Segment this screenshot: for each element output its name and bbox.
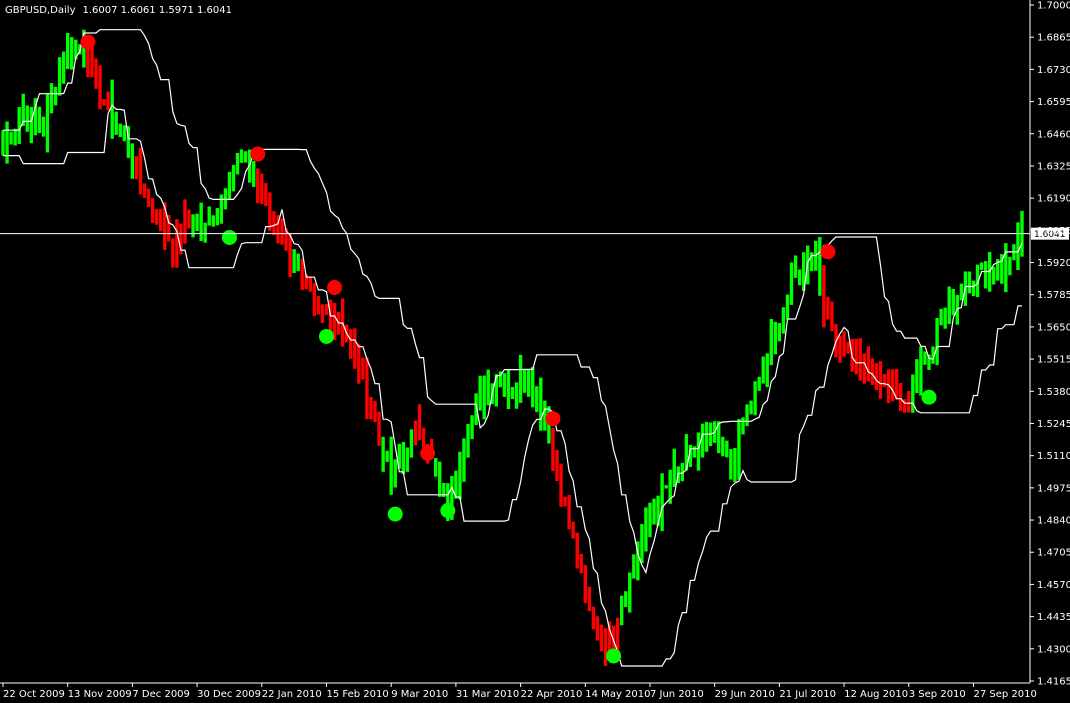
x-tick-label: 22 Apr 2010 [521,689,583,700]
sell-signal-dot [820,244,836,260]
y-tick-label: 1.6190 [1037,194,1070,205]
y-tick-label: 1.5785 [1037,290,1070,301]
y-tick-label: 1.4300 [1037,644,1070,655]
x-tick-label: 3 Sep 2010 [909,689,966,700]
chart-background [0,0,1070,703]
x-tick-label: 12 Aug 2010 [844,689,908,700]
symbol-timeframe: GBPUSD,Daily [5,5,76,16]
y-tick-label: 1.6865 [1037,33,1070,44]
chart-title: GBPUSD,Daily 1.6007 1.6061 1.5971 1.6041 [5,5,232,16]
y-tick-label: 1.4975 [1037,483,1070,494]
y-tick-label: 1.6595 [1037,97,1070,108]
x-tick-label: 15 Feb 2010 [326,689,388,700]
y-tick-label: 1.5920 [1037,258,1070,269]
x-tick-label: 13 Nov 2009 [68,689,132,700]
y-tick-label: 1.6055 [1037,226,1070,237]
y-tick-label: 1.4570 [1037,580,1070,591]
sell-signal-dot [420,445,436,461]
x-tick-label: 14 May 2010 [585,689,650,700]
x-tick-label: 31 Mar 2010 [456,689,519,700]
y-tick-label: 1.5380 [1037,387,1070,398]
buy-signal-dot [440,503,456,519]
price-chart[interactable]: 1.6041 1.70001.68651.67301.65951.64601.6… [0,0,1070,703]
sell-signal-dot [80,34,96,50]
y-tick-label: 1.5515 [1037,355,1070,366]
y-tick-label: 1.4840 [1037,516,1070,527]
ohlc-values: 1.6007 1.6061 1.5971 1.6041 [83,5,233,16]
buy-signal-dot [921,389,937,405]
buy-signal-dot [606,648,622,664]
y-tick-label: 1.6460 [1037,129,1070,140]
sell-signal-dot [250,146,266,162]
sell-signal-dot [545,411,561,427]
y-tick-label: 1.5650 [1037,322,1070,333]
buy-signal-dot [221,229,237,245]
y-tick-label: 1.5110 [1037,451,1070,462]
x-tick-label: 30 Dec 2009 [197,689,261,700]
y-tick-label: 1.4165 [1037,677,1070,688]
x-tick-label: 22 Oct 2009 [3,689,65,700]
x-tick-label: 7 Jun 2010 [650,689,704,700]
y-tick-label: 1.4705 [1037,548,1070,559]
y-tick-label: 1.5245 [1037,419,1070,430]
x-tick-label: 21 Jul 2010 [779,689,836,700]
buy-signal-dot [387,506,403,522]
x-tick-label: 7 Dec 2009 [132,689,190,700]
x-tick-label: 22 Jan 2010 [262,689,322,700]
x-tick-label: 27 Sep 2010 [973,689,1036,700]
x-tick-label: 9 Mar 2010 [391,689,448,700]
y-tick-label: 1.4435 [1037,612,1070,623]
x-tick-label: 29 Jun 2010 [715,689,775,700]
y-tick-label: 1.6325 [1037,161,1070,172]
y-tick-label: 1.7000 [1037,1,1070,12]
y-tick-label: 1.6730 [1037,65,1070,76]
sell-signal-dot [327,280,343,296]
buy-signal-dot [318,328,334,344]
